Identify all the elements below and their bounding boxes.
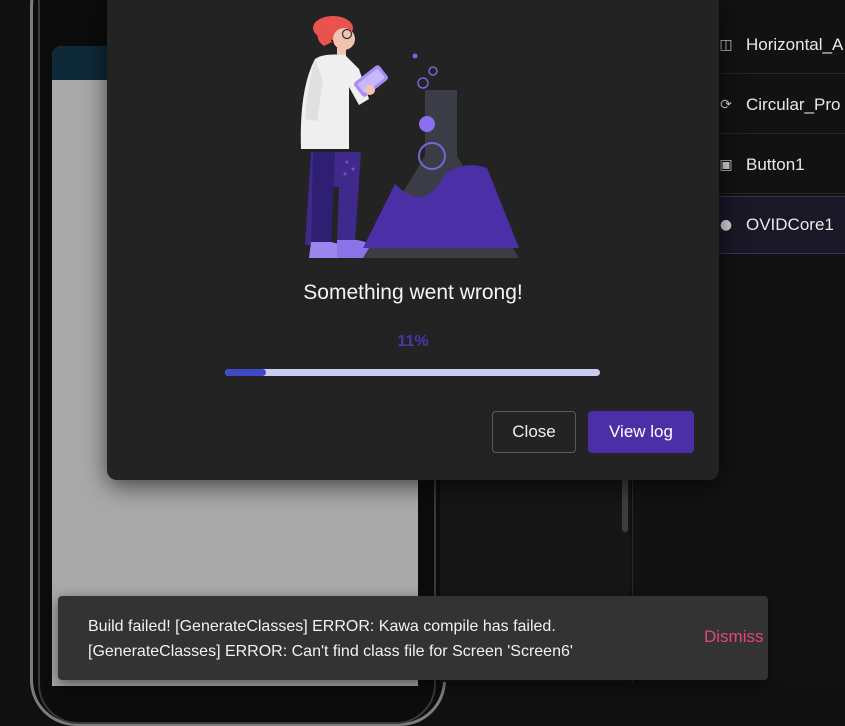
dialog-title: Something went wrong! (303, 281, 523, 304)
component-label: Horizontal_A (746, 34, 844, 54)
snackbar-line-2: [GenerateClasses] ERROR: Can't find clas… (88, 643, 573, 660)
view-log-button[interactable]: View log (588, 411, 694, 453)
build-progress-bar (225, 369, 600, 376)
component-label: OVIDCore1 (746, 215, 834, 234)
scientist-illustration (300, 16, 519, 258)
circular-progress-icon: ⟳ (720, 96, 732, 113)
component-label: Circular_Pro (746, 94, 841, 114)
error-snackbar: Build failed! [GenerateClasses] ERROR: K… (58, 596, 768, 680)
component-label: Button1 (746, 154, 805, 174)
progress-percentage: 11% (397, 333, 429, 350)
extension-icon: ● (719, 217, 733, 233)
build-error-dialog: Something went wrong! 11% Close View log (107, 0, 719, 480)
dismiss-button[interactable]: Dismiss (704, 627, 764, 647)
progress-fill (225, 369, 267, 376)
horizontal-arrangement-icon: ◫ (719, 36, 733, 53)
button-icon: ▣ (719, 156, 733, 173)
close-button[interactable]: Close (492, 411, 576, 453)
snackbar-message: Build failed! [GenerateClasses] ERROR: K… (88, 614, 648, 664)
snackbar-line-1: Build failed! [GenerateClasses] ERROR: K… (88, 618, 556, 635)
